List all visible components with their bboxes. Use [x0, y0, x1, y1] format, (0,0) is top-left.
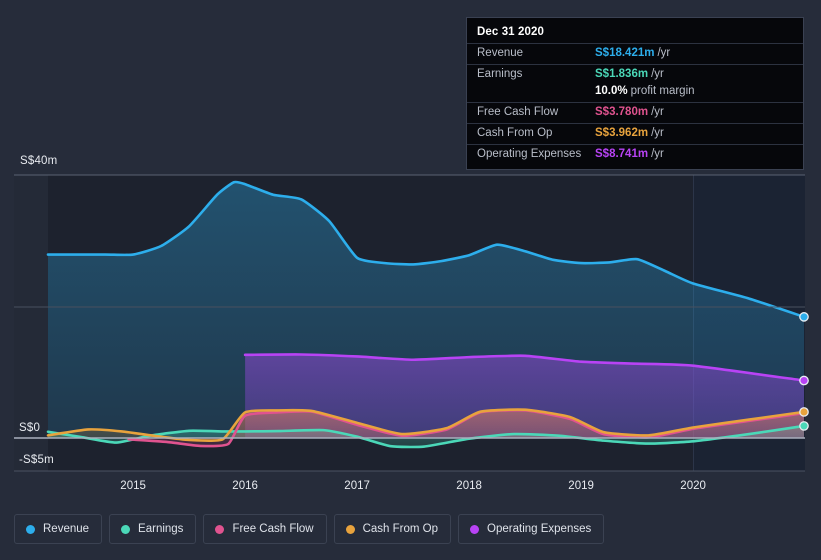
- legend-item-label: Cash From Op: [362, 523, 439, 535]
- data-tooltip: Dec 31 2020 Revenue S$18.421m/yr Earnings S…: [466, 17, 804, 170]
- tooltip-row-value: S$3.780m/yr: [595, 106, 664, 118]
- tooltip-row: Operating Expenses S$8.741m/yr: [467, 144, 803, 165]
- tooltip-row-value: S$1.836m/yr: [595, 68, 664, 80]
- tooltip-date: Dec 31 2020: [477, 26, 544, 38]
- y-axis-label-0: S$0: [19, 422, 41, 434]
- tooltip-row: Earnings S$1.836m/yr: [467, 64, 803, 85]
- legend-item-label: Free Cash Flow: [232, 523, 314, 535]
- tooltip-row: Cash From Op S$3.962m/yr: [467, 123, 803, 144]
- tooltip-row-label: Revenue: [477, 47, 524, 59]
- tooltip-rows: Revenue S$18.421m/yr Earnings S$1.836m/yr 10…: [467, 43, 803, 165]
- end-marker-cash-from-op[interactable]: [799, 407, 809, 417]
- tooltip-row-value: 10.0% profit margin: [595, 85, 695, 97]
- legend-item-label: Operating Expenses: [487, 523, 592, 535]
- tooltip-row-label: Free Cash Flow: [477, 106, 559, 118]
- tooltip-row-unit: /yr: [657, 47, 671, 59]
- tooltip-row-value: S$3.962m/yr: [595, 127, 664, 139]
- legend-item-operating-expenses[interactable]: Operating Expenses: [458, 514, 605, 544]
- x-axis-label-2019: 2019: [568, 480, 594, 492]
- tooltip-row: 10.0% profit margin: [467, 85, 803, 102]
- chart-root: S$40m S$0 -S$5m 2015 2016 2017 2018 2019 2020…: [0, 0, 821, 560]
- tooltip-row-unit: /yr: [651, 127, 664, 139]
- x-axis-label-2015: 2015: [120, 480, 146, 492]
- tooltip-row-unit: profit margin: [630, 85, 695, 97]
- tooltip-row: Revenue S$18.421m/yr: [467, 43, 803, 64]
- tooltip-row-unit: /yr: [651, 148, 664, 160]
- y-axis-label-40m: S$40m: [20, 155, 58, 167]
- tooltip-row-label: Cash From Op: [477, 127, 553, 139]
- tooltip-row-value: S$8.741m/yr: [595, 148, 664, 160]
- tooltip-row-unit: /yr: [651, 106, 664, 118]
- legend-color-dot-icon: [121, 524, 131, 534]
- legend-color-dot-icon: [470, 524, 480, 534]
- legend-color-dot-icon: [215, 524, 225, 534]
- tooltip-row-unit: /yr: [651, 68, 664, 80]
- x-axis-label-2020: 2020: [680, 480, 706, 492]
- legend-item-label: Revenue: [43, 523, 90, 535]
- legend-item-label: Earnings: [138, 523, 184, 535]
- legend-item-cash-from-op[interactable]: Cash From Op: [333, 514, 452, 544]
- legend-color-dot-icon: [26, 524, 35, 534]
- x-axis-label-2016: 2016: [232, 480, 258, 492]
- legend-item-earnings[interactable]: Earnings: [109, 514, 197, 544]
- chart-legend[interactable]: Revenue Earnings Free Cash Flow Cash From O…: [14, 514, 605, 544]
- y-axis-label-neg5m: -S$5m: [19, 454, 54, 466]
- x-axis-label-2017: 2017: [344, 480, 370, 492]
- legend-item-free-cash-flow[interactable]: Free Cash Flow: [203, 514, 327, 544]
- tooltip-row-label: Earnings: [477, 68, 523, 80]
- tooltip-row: Free Cash Flow S$3.780m/yr: [467, 102, 803, 123]
- chart-areas: [48, 181, 804, 447]
- x-axis-label-2018: 2018: [456, 480, 482, 492]
- tooltip-row-label: Operating Expenses: [477, 148, 582, 160]
- end-marker-earnings[interactable]: [799, 421, 809, 431]
- end-marker-operating-expenses[interactable]: [799, 375, 809, 386]
- end-marker-revenue[interactable]: [799, 312, 809, 322]
- legend-color-dot-icon: [345, 524, 355, 534]
- tooltip-row-value: S$18.421m/yr: [595, 47, 671, 59]
- legend-item-revenue[interactable]: Revenue: [14, 514, 103, 544]
